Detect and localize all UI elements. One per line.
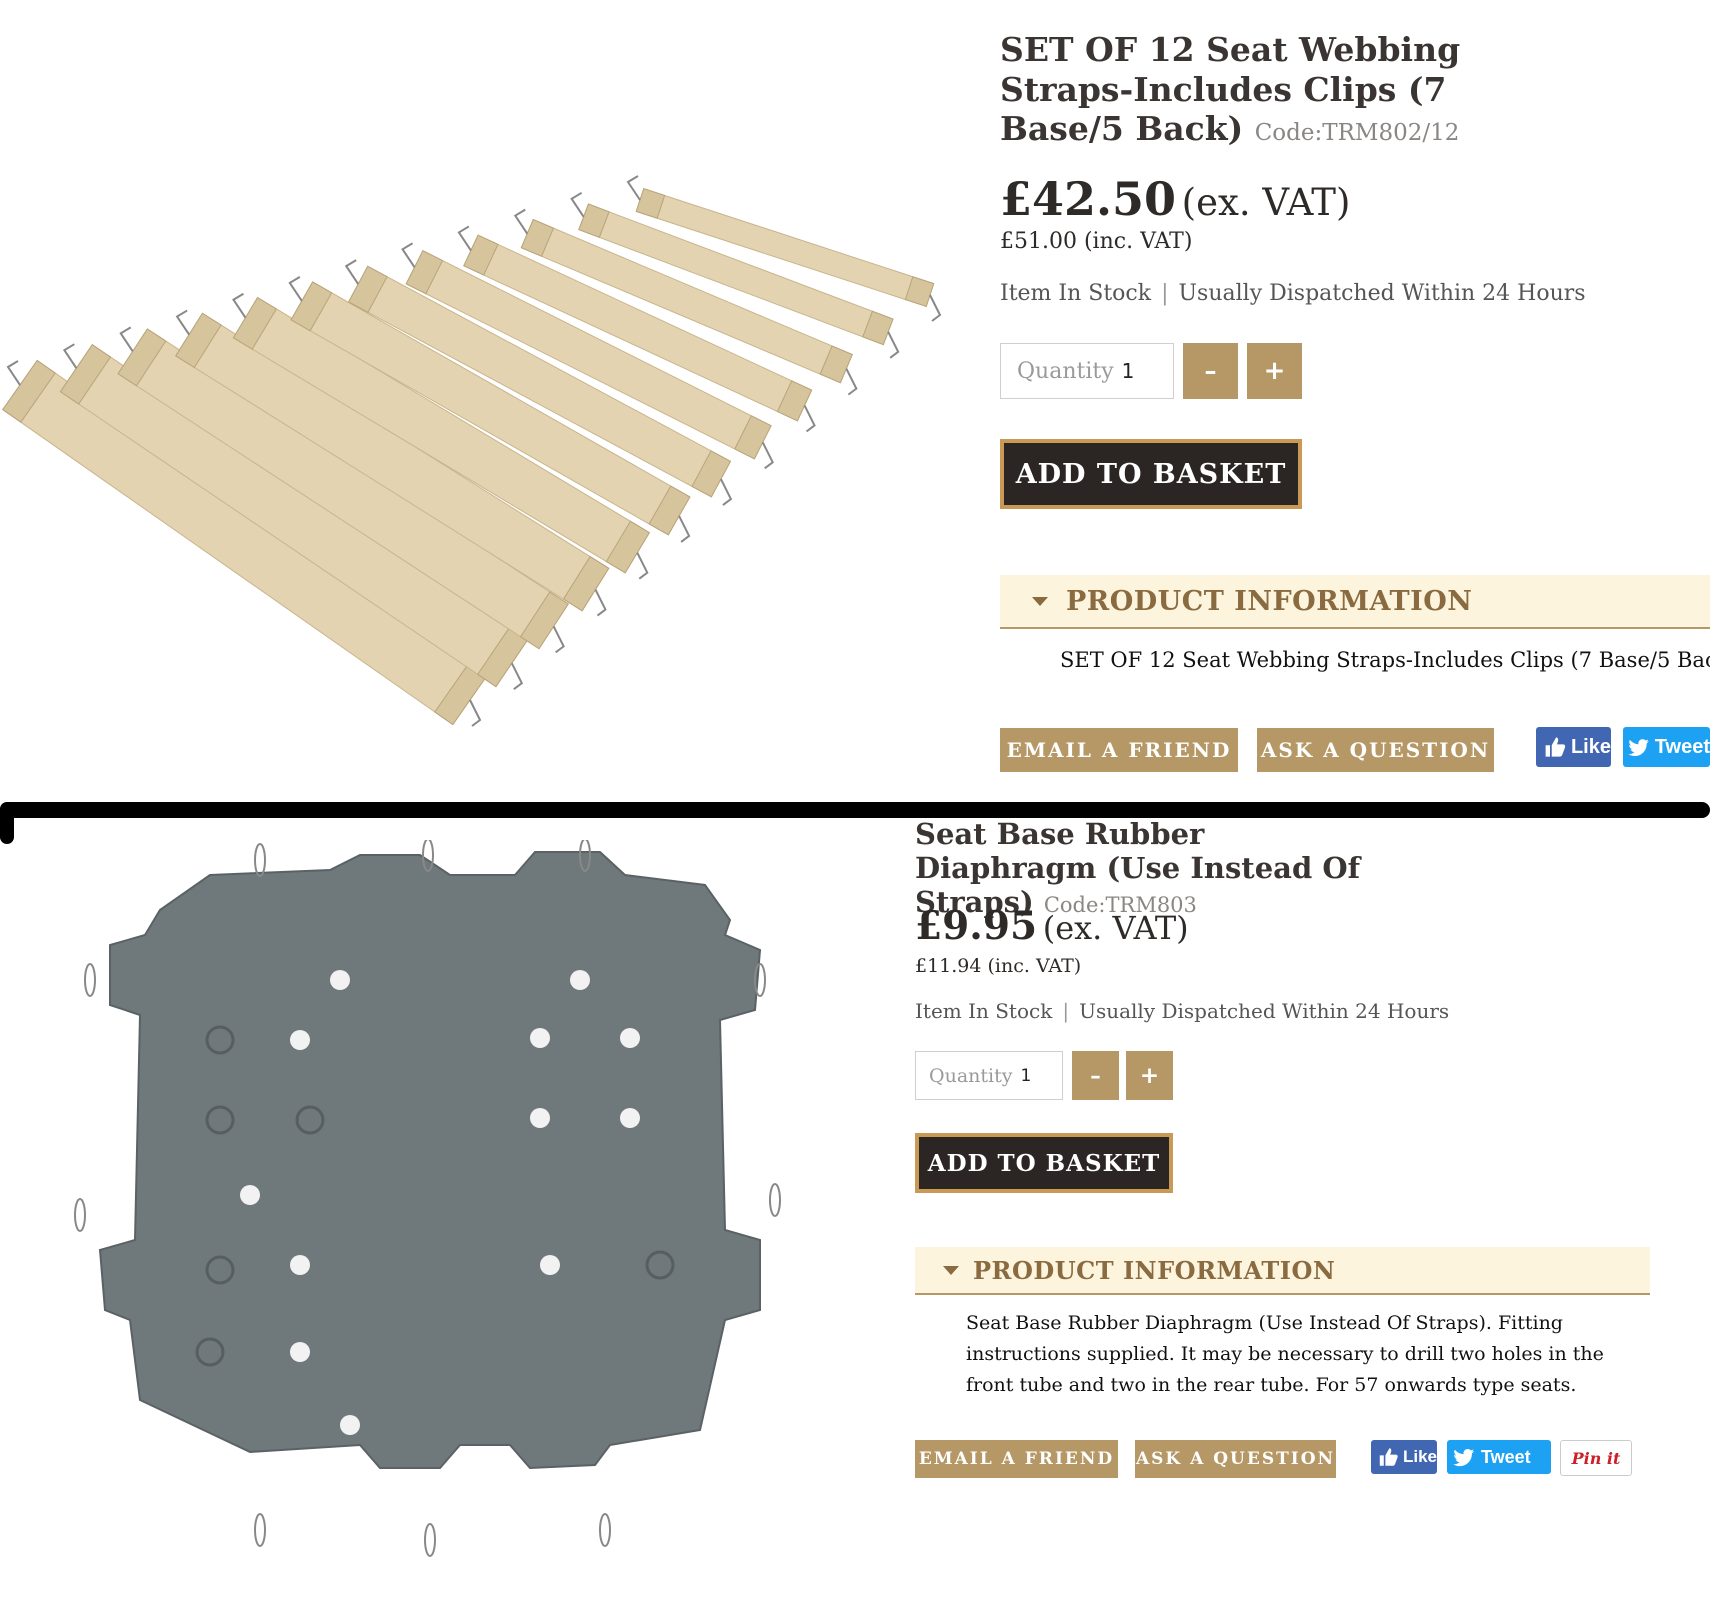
facebook-like-button[interactable]: Like	[1536, 727, 1611, 767]
price-inc-vat: £11.94 (inc. VAT)	[915, 955, 1082, 977]
email-friend-button[interactable]: EMAIL A FRIEND	[915, 1440, 1118, 1478]
stock-status: Item In Stock | Usually Dispatched Within …	[915, 999, 1449, 1023]
hole	[240, 1185, 260, 1205]
ask-question-button[interactable]: ASK A QUESTION	[1257, 728, 1494, 772]
facebook-like-button[interactable]: Like	[1371, 1440, 1437, 1474]
hole	[290, 1030, 310, 1050]
price-ex-label: (ex. VAT)	[1042, 909, 1189, 947]
triangle-down-icon	[1032, 596, 1048, 606]
stock-status: Item In Stock | Usually Dispatched Within …	[1000, 281, 1586, 306]
stock-label: Item In Stock	[1000, 281, 1152, 306]
product-information-text: Seat Base Rubber Diaphragm (Use Instead …	[966, 1312, 1604, 1396]
section-divider	[0, 802, 1710, 818]
like-label: Like	[1402, 1447, 1437, 1466]
hole	[620, 1028, 640, 1048]
ask-question-button[interactable]: ASK A QUESTION	[1135, 1440, 1336, 1478]
tweet-label: Tweet	[1481, 1446, 1531, 1467]
wire-clip	[254, 1513, 266, 1547]
wire-clip	[254, 843, 266, 877]
hole	[290, 1342, 310, 1362]
product-title: SET OF 12 Seat Webbing Straps-Includes C…	[1000, 30, 1520, 149]
hole	[340, 1415, 360, 1435]
product-information-title: PRODUCT INFORMATION	[1066, 585, 1473, 617]
webbing-straps-image	[2, 175, 942, 727]
add-to-basket-button[interactable]: ADD TO BASKET	[915, 1133, 1173, 1193]
hole	[540, 1255, 560, 1275]
product-information-toggle[interactable]: PRODUCT INFORMATION	[915, 1247, 1650, 1295]
price-value: £9.95	[915, 903, 1038, 949]
wire-clip	[424, 1523, 436, 1557]
hole	[330, 970, 350, 990]
quantity-field[interactable]: Quantity 1	[1000, 343, 1174, 399]
quantity-input[interactable]: 1	[1020, 1066, 1031, 1086]
quantity-increase-button[interactable]: +	[1126, 1051, 1173, 1100]
price-value: £42.50	[1000, 172, 1177, 226]
quantity-decrease-button[interactable]: –	[1072, 1051, 1119, 1100]
tweet-label: Tweet	[1654, 735, 1710, 758]
wire-clip	[74, 1198, 86, 1232]
hole	[570, 970, 590, 990]
rubber-diaphragm-image	[74, 840, 781, 1557]
add-to-basket-button[interactable]: ADD TO BASKET	[1000, 439, 1302, 509]
price-ex-vat: £42.50 (ex. VAT)	[1000, 172, 1350, 226]
quantity-label: Quantity	[929, 1064, 1013, 1087]
pinterest-pin-button[interactable]: Pin it	[1560, 1440, 1632, 1476]
quantity-decrease-button[interactable]: –	[1183, 343, 1238, 399]
thumbs-up-icon	[1545, 737, 1566, 757]
stock-separator: |	[1161, 281, 1169, 306]
triangle-down-icon	[943, 1265, 959, 1275]
wire-clip	[599, 1513, 611, 1547]
like-label: Like	[1570, 735, 1611, 758]
hole	[620, 1108, 640, 1128]
product-image-diaphragm[interactable]	[60, 840, 860, 1580]
quantity-input[interactable]: 1	[1122, 359, 1135, 383]
twitter-bird-icon	[1453, 1449, 1475, 1467]
hole	[290, 1255, 310, 1275]
product-information-title: PRODUCT INFORMATION	[973, 1255, 1336, 1285]
hole	[530, 1028, 550, 1048]
diaphragm-sheet	[98, 851, 762, 1470]
quantity-label: Quantity	[1017, 358, 1114, 384]
stock-separator: |	[1062, 999, 1070, 1023]
price-ex-label: (ex. VAT)	[1181, 181, 1351, 224]
wire-clip	[769, 1183, 781, 1217]
tweet-button[interactable]: Tweet	[1447, 1440, 1551, 1474]
product-information-toggle[interactable]: PRODUCT INFORMATION	[1000, 575, 1710, 629]
quantity-field[interactable]: Quantity 1	[915, 1051, 1063, 1100]
product-information-text: SET OF 12 Seat Webbing Straps-Includes C…	[1060, 648, 1710, 672]
email-friend-button[interactable]: EMAIL A FRIEND	[1000, 728, 1238, 772]
dispatch-label: Usually Dispatched Within 24 Hours	[1178, 281, 1586, 306]
stock-label: Item In Stock	[915, 999, 1053, 1023]
twitter-bird-icon	[1628, 739, 1649, 757]
tweet-button[interactable]: Tweet	[1623, 727, 1710, 767]
dispatch-label: Usually Dispatched Within 24 Hours	[1079, 999, 1450, 1023]
hole	[530, 1108, 550, 1128]
quantity-increase-button[interactable]: +	[1247, 343, 1302, 399]
section-divider-tail	[0, 802, 14, 844]
price-ex-vat: £9.95 (ex. VAT)	[915, 903, 1189, 949]
price-inc-vat: £51.00 (inc. VAT)	[1000, 229, 1193, 254]
product-code: Code:TRM802/12	[1254, 120, 1460, 147]
wire-clip	[84, 963, 96, 997]
product-image-straps[interactable]	[0, 0, 960, 790]
thumbs-up-icon	[1379, 1448, 1398, 1466]
